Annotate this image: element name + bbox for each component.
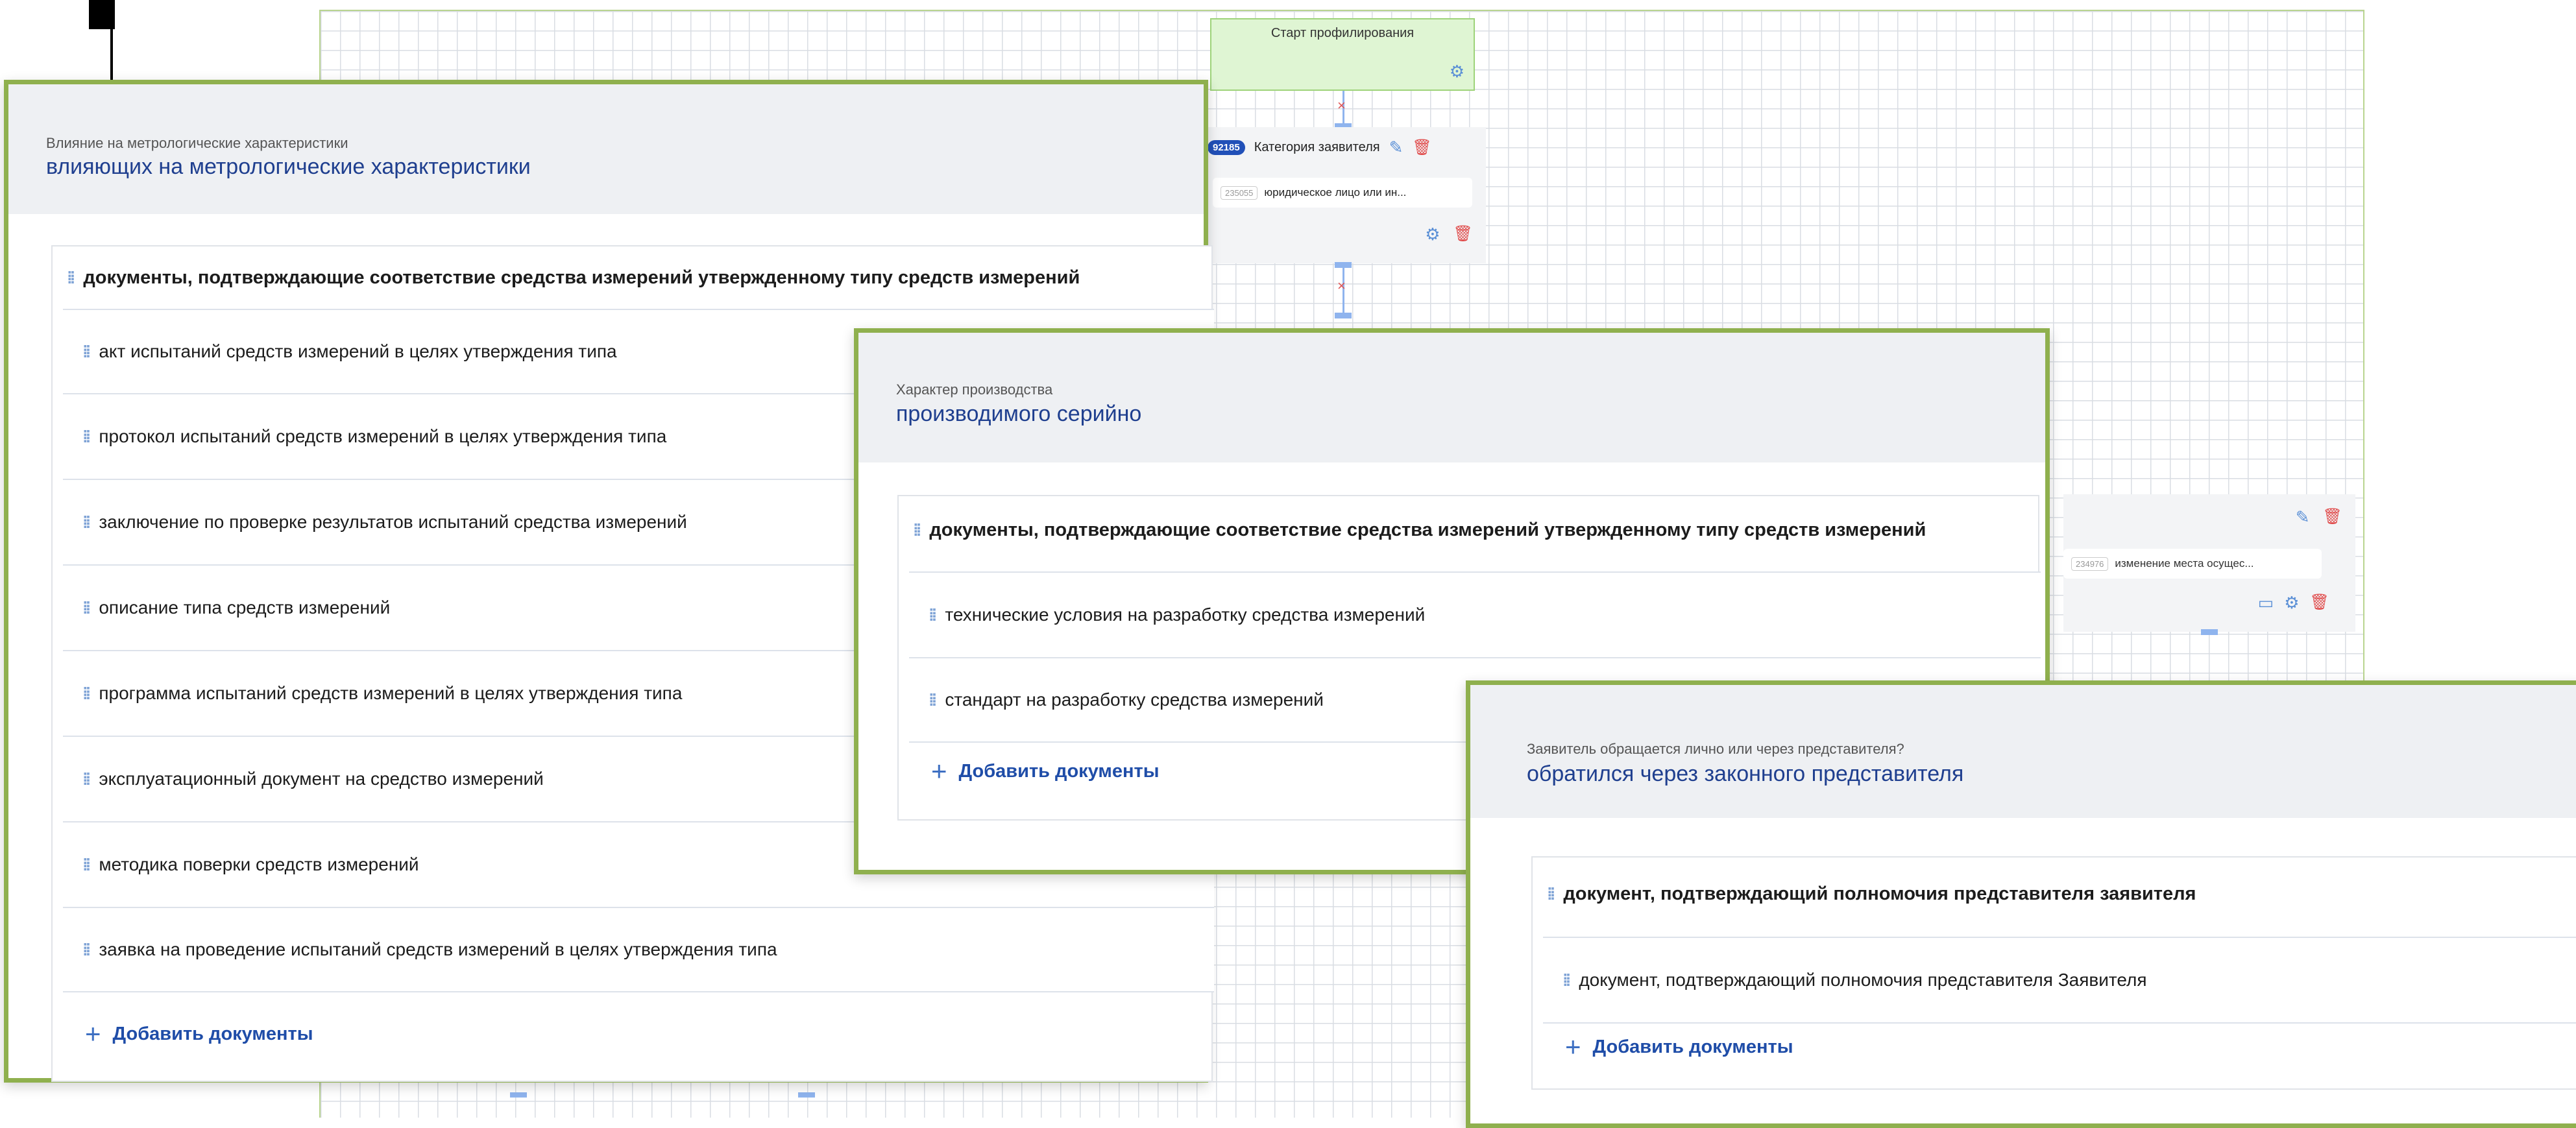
drag-handle-icon[interactable]: ⁞⁞ (929, 605, 937, 625)
document-group-title[interactable]: ⁞⁞ документ, подтверждающий полномочия п… (1547, 883, 2196, 905)
drag-handle-icon[interactable]: ⁞⁞ (82, 598, 91, 618)
gear-icon[interactable]: ⚙ (1425, 224, 1440, 245)
documents-panel-representative: Заявитель обращается лично или через пре… (1466, 680, 2576, 1128)
option-text: изменение места осущес... (2115, 557, 2254, 570)
drag-handle-icon[interactable]: ⁞⁞ (82, 684, 91, 704)
drag-handle-icon[interactable]: ⁞⁞ (913, 520, 921, 540)
connector-handle[interactable] (1335, 313, 1352, 318)
plus-icon: + (931, 756, 947, 786)
connector-handle[interactable] (510, 1092, 527, 1098)
drag-handle-icon[interactable]: ⁞⁞ (82, 512, 91, 533)
trash-icon[interactable]: 🗑 (2323, 507, 2342, 527)
drag-handle-icon[interactable]: ⁞⁞ (67, 268, 75, 288)
list-item[interactable]: ⁞⁞ документ, подтверждающий полномочия п… (1543, 937, 2576, 1024)
option-node-footer: ▭ ⚙ 🗑 (2258, 593, 2329, 613)
option-id: 234976 (2071, 557, 2109, 571)
document-label: заявка на проведение испытаний средств и… (99, 939, 777, 959)
drag-handle-icon[interactable]: ⁞⁞ (82, 342, 91, 362)
panel-header: Характер производства производимого сери… (858, 333, 2045, 462)
edit-icon[interactable]: ✎ (1389, 138, 1403, 158)
option-card[interactable]: 234976 изменение места осущес... (2063, 549, 2322, 579)
drag-handle-icon[interactable]: ⁞⁞ (82, 940, 91, 960)
list-item[interactable]: ⁞⁞ технические условия на разработку сре… (909, 571, 2041, 657)
panel-heading: обратился через законного представителя (1527, 762, 1964, 786)
document-label: программа испытаний средств измерений в … (99, 683, 683, 703)
add-documents-label: Добавить документы (1592, 1036, 1793, 1057)
document-group-label: документы, подтверждающие соответствие с… (83, 267, 1080, 288)
drag-handle-icon[interactable]: ⁞⁞ (82, 427, 91, 447)
option-id: 235055 (1221, 186, 1258, 200)
drag-handle-icon[interactable]: ⁞⁞ (929, 690, 937, 710)
option-text: юридическое лицо или ин... (1264, 186, 1407, 198)
panel-header: Влияние на метрологические характеристик… (8, 84, 1204, 214)
document-label: стандарт на разработку средства измерени… (945, 690, 1324, 710)
panel-kicker: Заявитель обращается лично или через пре… (1527, 741, 1904, 757)
document-label: заключение по проверке результатов испыт… (99, 512, 687, 532)
add-documents-label: Добавить документы (112, 1023, 313, 1044)
document-group-title[interactable]: ⁞⁞ документы, подтверждающие соответстви… (913, 520, 1926, 541)
add-documents-label: Добавить документы (958, 760, 1160, 782)
panel-kicker: Характер производства (896, 381, 1053, 398)
category-node[interactable]: 92185 Категория заявителя ✎ 🗑 235055 юри… (1204, 127, 1486, 263)
drag-handle-icon[interactable]: ⁞⁞ (82, 769, 91, 789)
document-label: протокол испытаний средств измерений в ц… (99, 426, 667, 446)
panel-kicker: Влияние на метрологические характеристик… (46, 135, 348, 151)
document-group-label: документ, подтверждающий полномочия пред… (1563, 883, 2196, 904)
drag-handle-icon[interactable]: ⁞⁞ (82, 855, 91, 875)
trash-icon[interactable]: 🗑 (1412, 138, 1431, 157)
document-label: документ, подтверждающий полномочия пред… (1579, 970, 2147, 990)
document-label: технические условия на разработку средст… (945, 605, 1426, 625)
document-group: ⁞⁞ документ, подтверждающий полномочия п… (1531, 856, 2576, 1090)
drag-handle-icon[interactable]: ⁞⁞ (1562, 970, 1571, 990)
category-node-header: 92185 Категория заявителя ✎ 🗑 (1208, 138, 1432, 158)
gear-icon[interactable]: ⚙ (2284, 593, 2299, 613)
remove-connection-icon[interactable]: × (1337, 97, 1346, 114)
plus-icon: + (85, 1018, 101, 1049)
gear-icon[interactable]: ⚙ (1450, 62, 1464, 82)
document-label: описание типа средств измерений (99, 597, 391, 618)
drag-handle-icon[interactable]: ⁞⁞ (1547, 884, 1555, 904)
start-node[interactable]: Старт профилирования ⚙ (1210, 18, 1475, 91)
document-group-label: документы, подтверждающие соответствие с… (929, 520, 1926, 540)
connector-handle[interactable] (2201, 629, 2218, 635)
plus-icon: + (1565, 1031, 1581, 1062)
connector-handle[interactable] (798, 1092, 815, 1098)
panel-heading: влияющих на метрологические характеристи… (46, 154, 531, 179)
option-card[interactable]: 235055 юридическое лицо или ин... (1213, 178, 1472, 208)
black-mark (89, 0, 115, 29)
option-node[interactable]: ✎ 🗑 234976 изменение места осущес... ▭ ⚙… (2063, 494, 2355, 632)
document-group-title[interactable]: ⁞⁞ документы, подтверждающие соответстви… (67, 267, 1080, 289)
category-node-footer: ⚙ 🗑 (1425, 224, 1473, 245)
document-label: акт испытаний средств измерений в целях … (99, 341, 617, 361)
start-node-title: Старт профилирования (1270, 26, 1415, 40)
panel-heading: производимого серийно (896, 402, 1142, 426)
add-documents-button[interactable]: + Добавить документы (931, 756, 1160, 787)
option-node-actions: ✎ 🗑 (2296, 507, 2342, 527)
add-documents-button[interactable]: + Добавить документы (85, 1018, 313, 1050)
trash-icon[interactable]: 🗑 (2310, 593, 2329, 613)
panel-header: Заявитель обращается лично или через пре… (1470, 685, 2576, 818)
category-node-title: Категория заявителя (1254, 140, 1380, 154)
remove-connection-icon[interactable]: × (1337, 278, 1346, 294)
node-id-badge: 92185 (1208, 140, 1245, 155)
document-label: методика поверки средств измерений (99, 854, 419, 874)
save-icon[interactable]: ▭ (2258, 593, 2274, 613)
edit-icon[interactable]: ✎ (2296, 507, 2310, 527)
add-documents-button[interactable]: + Добавить документы (1565, 1031, 1793, 1062)
document-label: эксплуатационный документ на средство из… (99, 769, 544, 789)
black-line (110, 29, 113, 81)
list-item[interactable]: ⁞⁞ заявка на проведение испытаний средст… (63, 907, 1214, 992)
trash-icon[interactable]: 🗑 (1453, 224, 1473, 245)
